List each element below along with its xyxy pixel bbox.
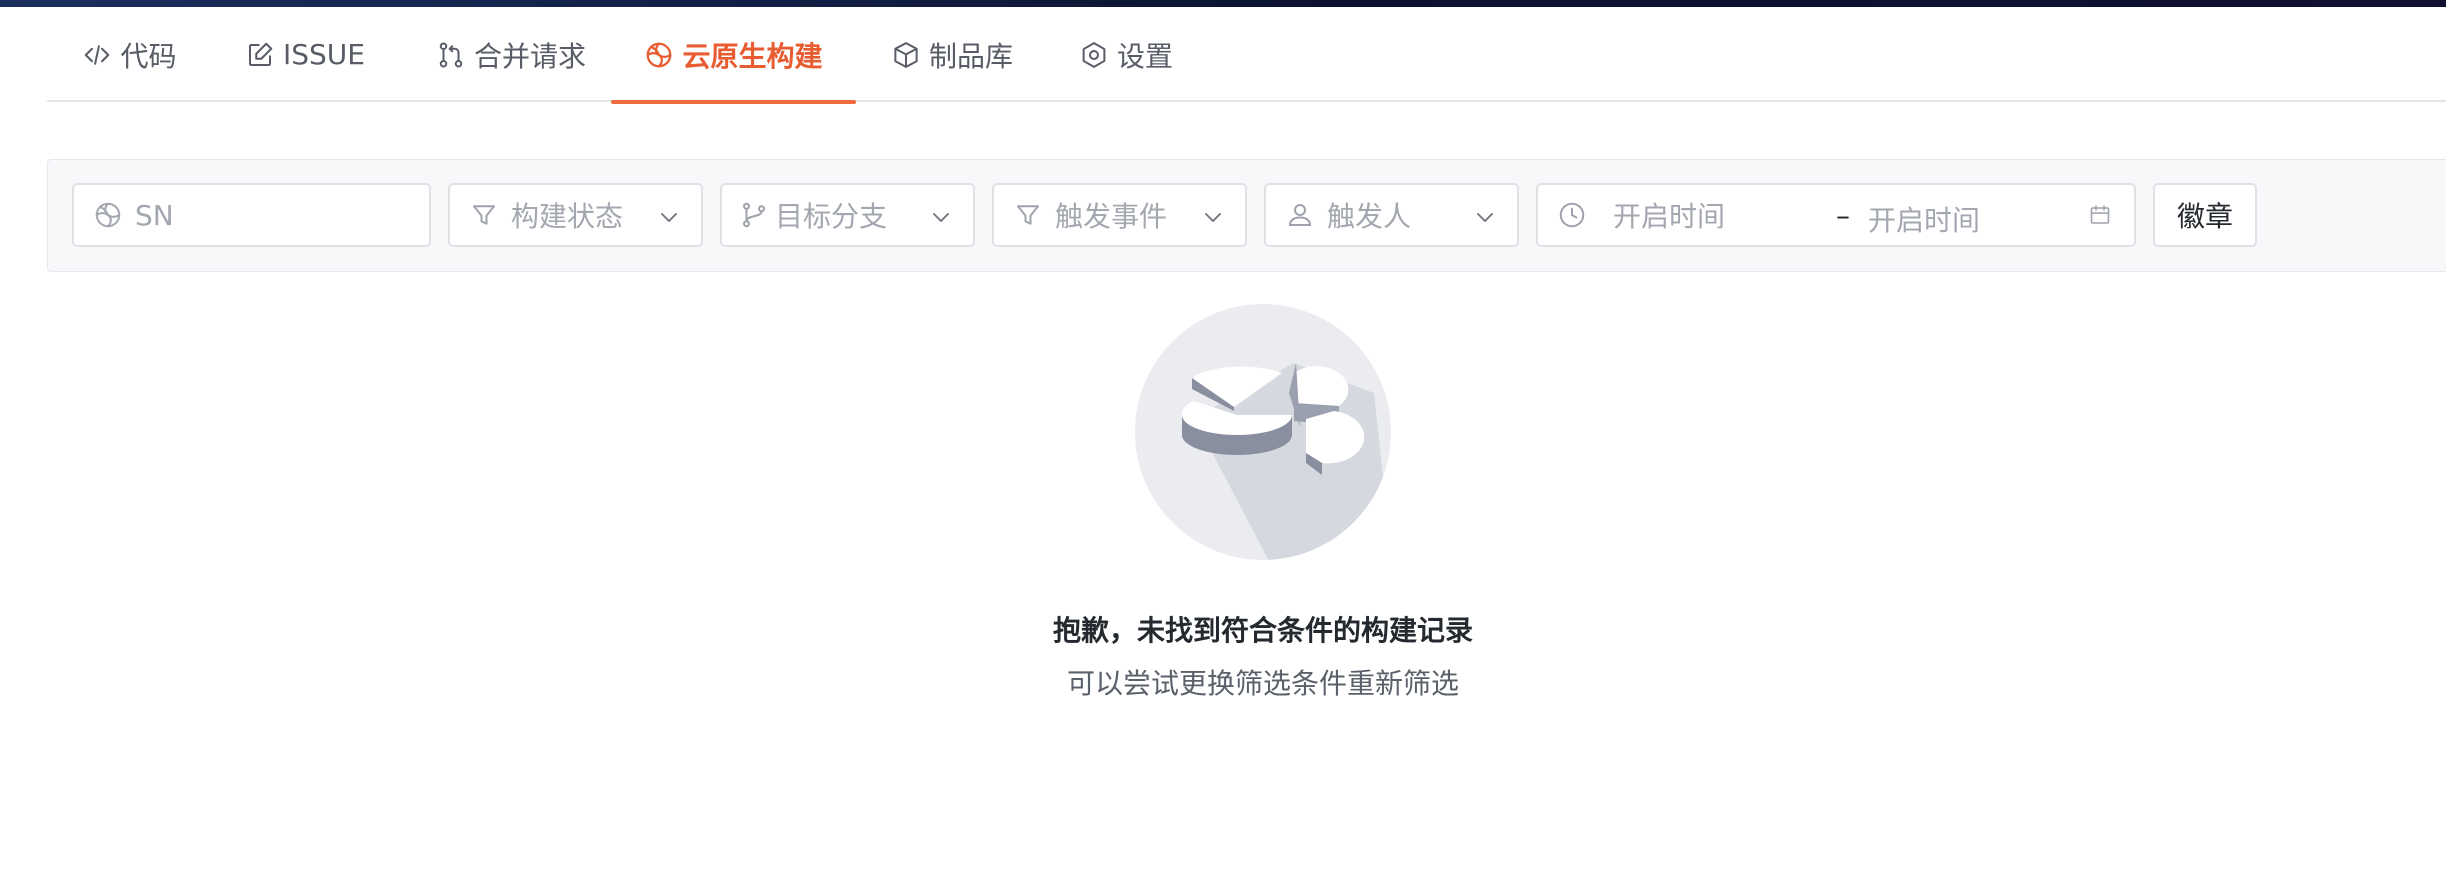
tab-label: 设置 <box>1116 39 1173 73</box>
trigger-user-placeholder: 触发人 <box>1327 200 1412 233</box>
top-accent-strip <box>0 0 2446 7</box>
empty-state-subtitle: 可以尝试更换筛选条件重新筛选 <box>1066 667 1459 700</box>
build-icon <box>93 200 123 230</box>
target-branch-placeholder: 目标分支 <box>775 200 888 233</box>
tab-label: 云原生构建 <box>682 39 823 73</box>
sn-input[interactable] <box>135 198 375 232</box>
chevron-down-icon <box>929 203 953 227</box>
merge-request-icon <box>436 40 466 70</box>
chevron-down-icon <box>1201 203 1225 227</box>
tab-cloud-native-build[interactable]: 云原生构建 <box>611 7 856 104</box>
code-icon <box>82 40 112 70</box>
user-icon <box>1285 200 1315 230</box>
range-end-placeholder[interactable]: 开启时间 <box>1868 199 1980 239</box>
issue-icon <box>245 40 275 70</box>
range-start-placeholder[interactable]: 开启时间 <box>1613 195 1725 235</box>
tab-label: 代码 <box>120 39 177 73</box>
chevron-down-icon <box>1473 203 1497 227</box>
target-branch-select[interactable]: 目标分支 <box>720 183 975 247</box>
calendar-icon <box>2088 201 2116 229</box>
trigger-user-select[interactable]: 触发人 <box>1264 183 1519 247</box>
badge-button[interactable]: 徽章 <box>2153 183 2257 247</box>
filter-icon <box>1013 200 1043 230</box>
repo-tab-bar: 代码 ISSUE 合并请求 云原生构建 制品库 设置 <box>47 7 2446 104</box>
branch-icon <box>739 200 769 230</box>
tab-label: 合并请求 <box>473 39 586 73</box>
tab-settings[interactable]: 设置 <box>1076 7 1176 102</box>
empty-state-illustration <box>1134 303 1392 561</box>
tab-issue[interactable]: ISSUE <box>240 7 370 102</box>
sn-search-field[interactable] <box>72 183 431 247</box>
settings-icon <box>1079 40 1109 70</box>
tab-artifact-registry[interactable]: 制品库 <box>887 7 1017 102</box>
trigger-event-select[interactable]: 触发事件 <box>992 183 1247 247</box>
build-filter-bar: 构建状态 目标分支 触发事件 <box>47 159 2446 272</box>
build-status-select[interactable]: 构建状态 <box>448 183 703 247</box>
build-status-placeholder: 构建状态 <box>511 200 624 233</box>
start-time-range-picker[interactable]: 开启时间 – 开启时间 <box>1536 183 2136 247</box>
range-separator: – <box>1836 199 1850 232</box>
filter-icon <box>469 200 499 230</box>
package-icon <box>891 40 921 70</box>
tab-merge-requests[interactable]: 合并请求 <box>426 7 596 102</box>
trigger-event-placeholder: 触发事件 <box>1055 200 1168 233</box>
build-icon <box>644 40 674 70</box>
chevron-down-icon <box>657 203 681 227</box>
tab-label: 制品库 <box>928 39 1013 73</box>
tab-label: ISSUE <box>283 38 365 71</box>
clock-icon <box>1557 200 1587 230</box>
empty-state-title: 抱歉，未找到符合条件的构建记录 <box>1052 614 1473 647</box>
tab-code[interactable]: 代码 <box>77 7 182 102</box>
